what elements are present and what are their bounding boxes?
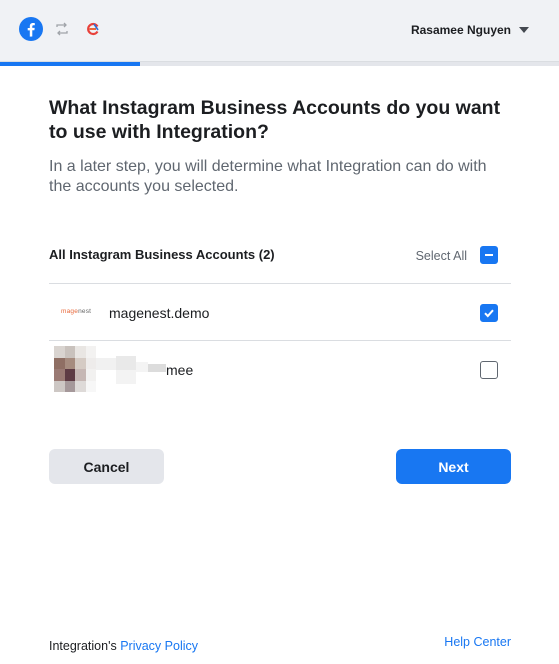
top-bar: Rasamee Nguyen	[0, 0, 559, 62]
account-checkbox[interactable]	[480, 361, 498, 379]
footer-privacy: Integration's Privacy Policy	[49, 639, 198, 653]
help-center-link[interactable]: Help Center	[444, 635, 511, 649]
app-logo-icon	[87, 22, 99, 36]
avatar	[54, 346, 96, 392]
accounts-list-header: All Instagram Business Accounts (2) Sele…	[49, 238, 511, 284]
progress-bar-fill	[0, 62, 140, 66]
check-icon	[484, 309, 494, 318]
user-menu[interactable]: Rasamee Nguyen	[411, 20, 529, 40]
blurred-account-name	[96, 354, 166, 384]
magenest-logo: magenest	[61, 308, 92, 315]
list-item[interactable]: mee	[49, 341, 511, 398]
swap-accounts-icon[interactable]	[54, 21, 70, 37]
account-checkbox[interactable]	[480, 304, 498, 322]
privacy-policy-link[interactable]: Privacy Policy	[120, 639, 198, 653]
list-item[interactable]: magenest magenest.demo	[49, 284, 511, 341]
next-button[interactable]: Next	[396, 449, 511, 484]
facebook-icon[interactable]	[19, 17, 43, 41]
cancel-button[interactable]: Cancel	[49, 449, 164, 484]
select-all-label[interactable]: Select All	[416, 249, 467, 263]
page-subtitle: In a later step, you will determine what…	[49, 158, 487, 195]
account-name: magenest.demo	[109, 305, 210, 321]
user-name[interactable]: Rasamee Nguyen	[411, 23, 511, 37]
footer-prefix: Integration's	[49, 639, 117, 653]
partial-check-icon	[485, 254, 493, 256]
page-title: What Instagram Business Accounts do you …	[49, 97, 501, 143]
account-name: mee	[166, 362, 194, 378]
accounts-list-title: All Instagram Business Accounts (2)	[49, 247, 275, 262]
caret-down-icon[interactable]	[519, 27, 529, 33]
select-all-checkbox[interactable]	[480, 246, 498, 264]
progress-bar	[0, 62, 559, 66]
